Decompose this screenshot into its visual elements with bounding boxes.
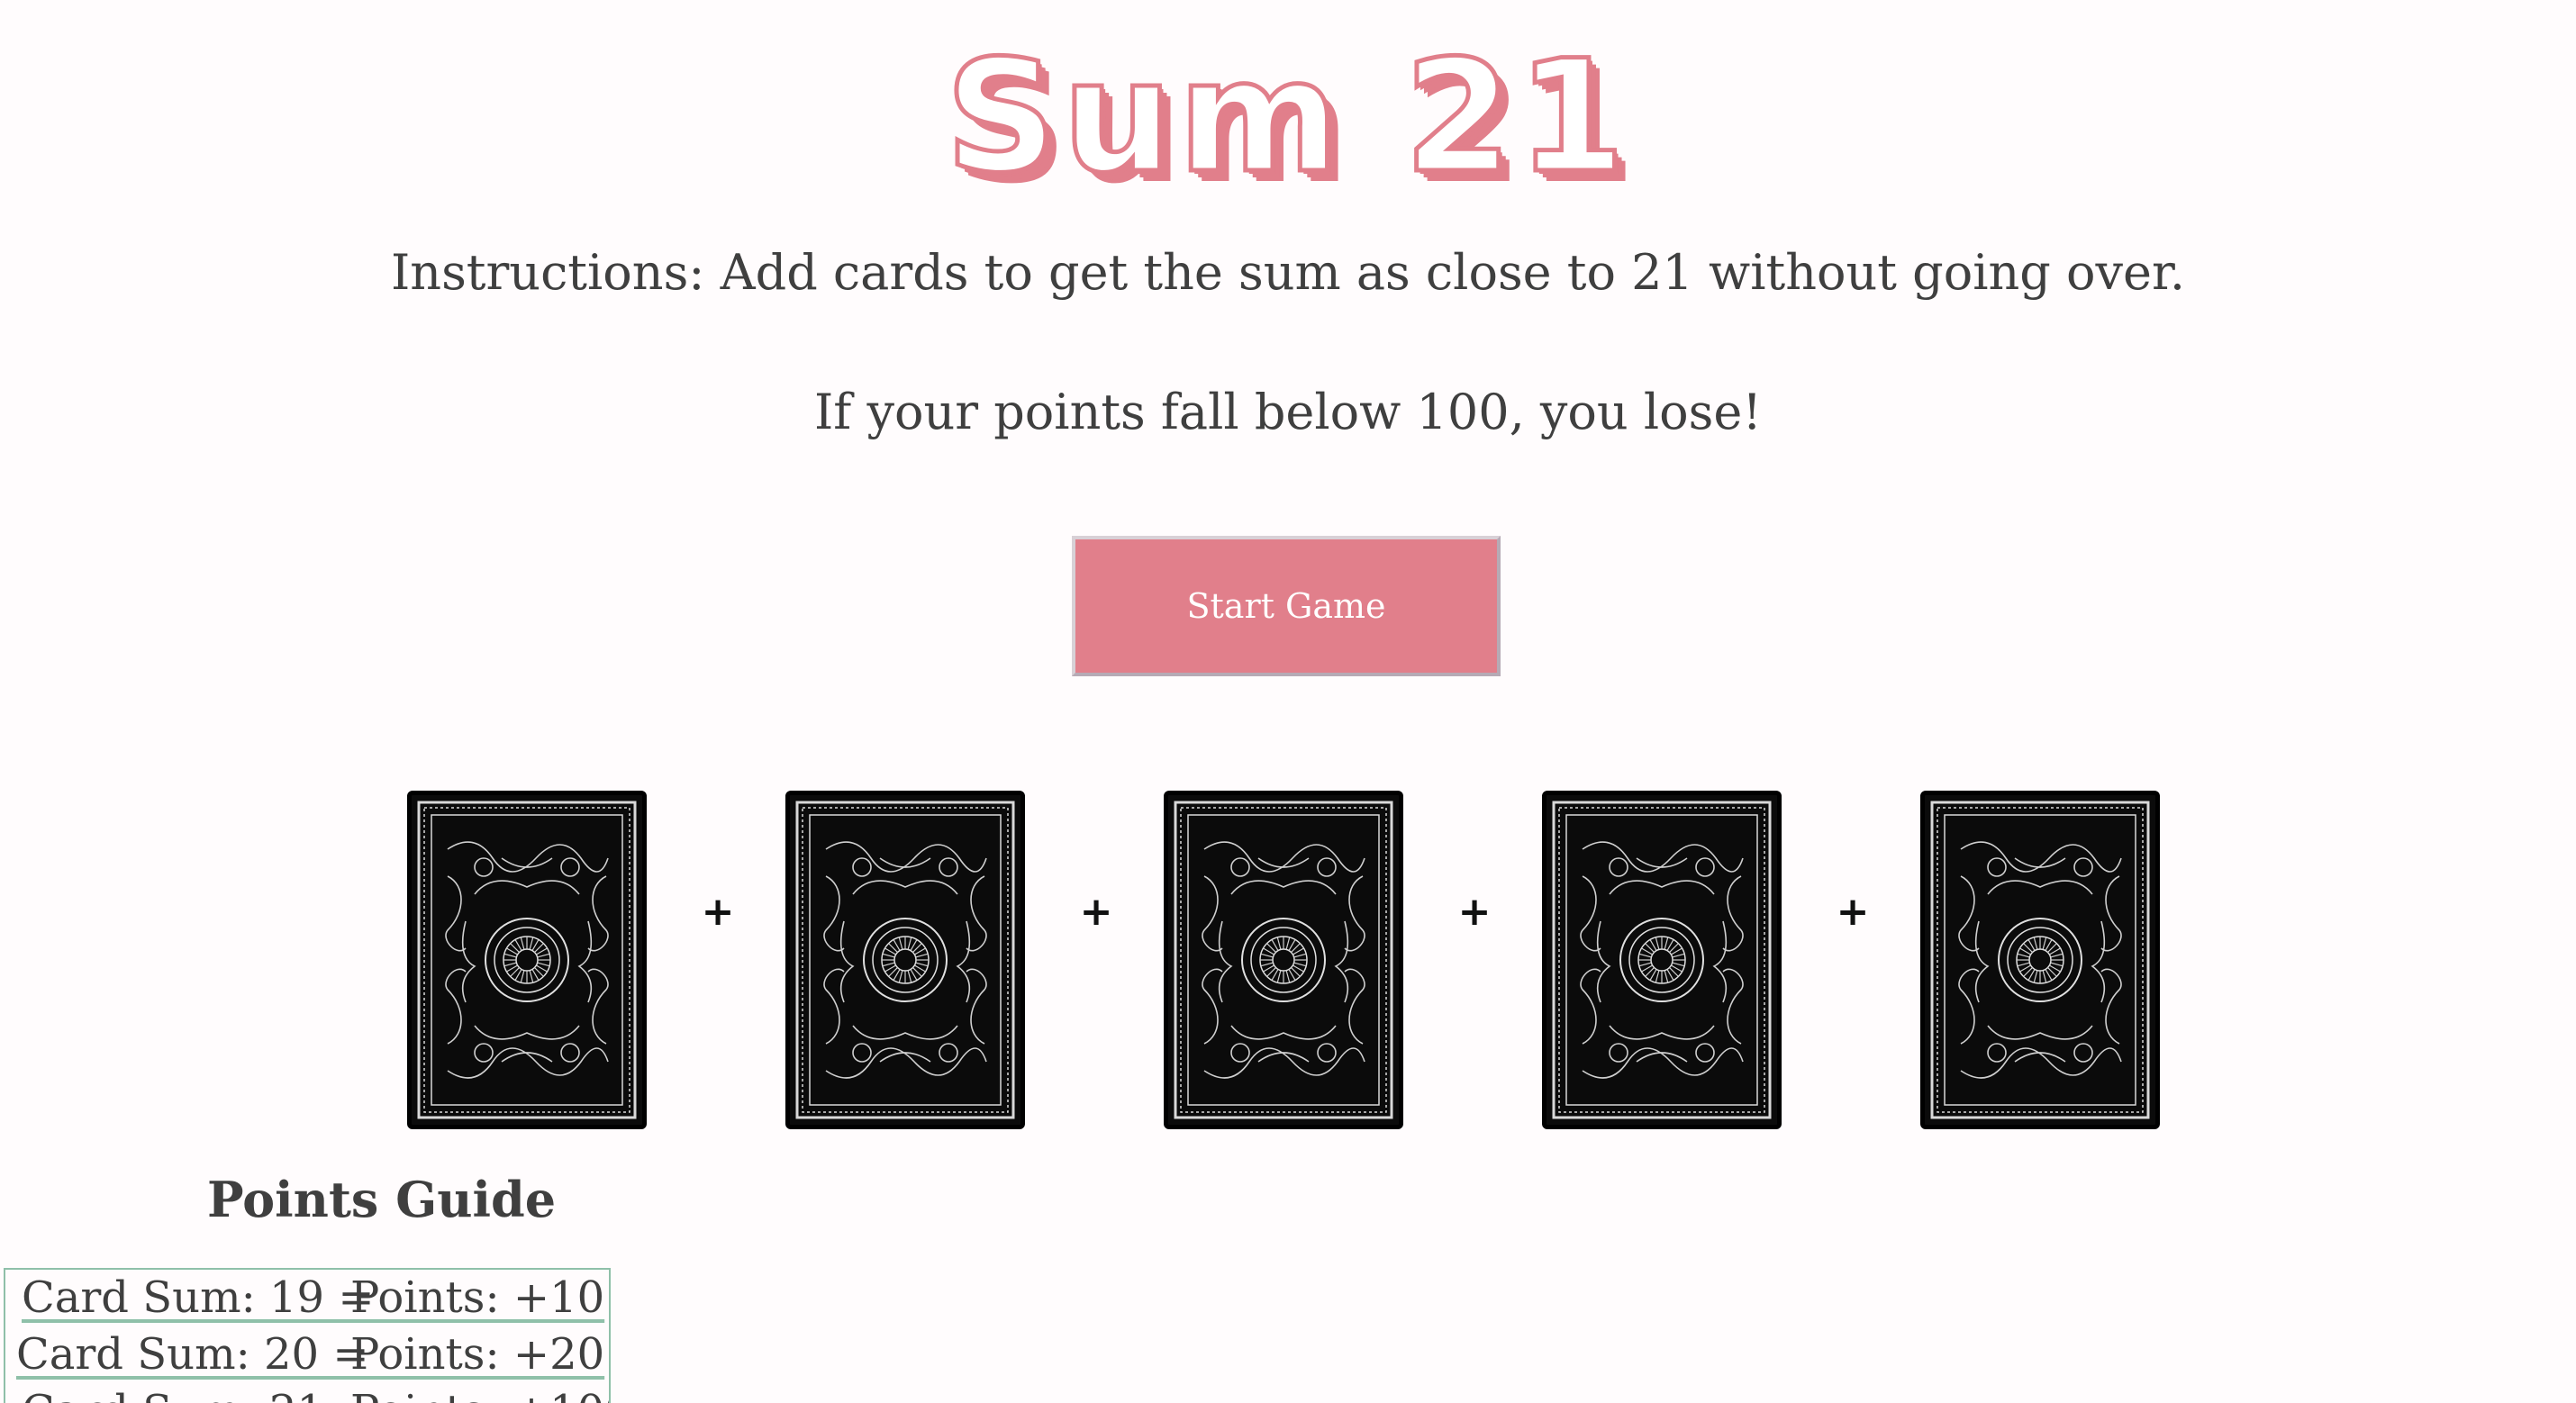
instructions-text: Instructions: Add cards to get the sum a… — [390, 244, 2186, 301]
points-guide-table: Card Sum: 19 = Points: +10 Card Sum: 20 … — [4, 1268, 611, 1403]
points-guide-title: Points Guide — [207, 1171, 557, 1228]
points-label: Points: +10 — [350, 1272, 605, 1323]
lose-condition-text: If your points fall below 100, you lose! — [813, 384, 1763, 440]
start-game-button[interactable]: Start Game — [1072, 536, 1501, 676]
plus-operator: + — [1457, 889, 1492, 935]
points-label: Points: +20 — [350, 1329, 605, 1380]
card-sum-label: Card Sum: 20 = — [16, 1329, 369, 1380]
points-guide-row: Card Sum: 19 = Points: +10 — [5, 1270, 609, 1326]
card-back[interactable] — [785, 791, 1025, 1129]
plus-operator: + — [1079, 889, 1113, 935]
card-back[interactable] — [1920, 791, 2160, 1129]
card-back[interactable] — [1164, 791, 1403, 1129]
card-sum-label: Card Sum: 19 = — [22, 1272, 375, 1323]
card-back[interactable] — [1542, 791, 1782, 1129]
card-back[interactable] — [407, 791, 647, 1129]
plus-operator: + — [701, 889, 735, 935]
card-sum-label: Card Sum: 21 = — [22, 1386, 375, 1403]
points-guide-row: Card Sum: 20 = Points: +20 — [5, 1326, 609, 1383]
points-label: Points: +100 — [350, 1383, 609, 1403]
card-row: + + + + — [407, 791, 2163, 1129]
points-guide-row: Card Sum: 21 = Points: +100 — [5, 1383, 609, 1403]
plus-operator: + — [1836, 889, 1870, 935]
game-title: Sum 21 — [943, 24, 1631, 209]
